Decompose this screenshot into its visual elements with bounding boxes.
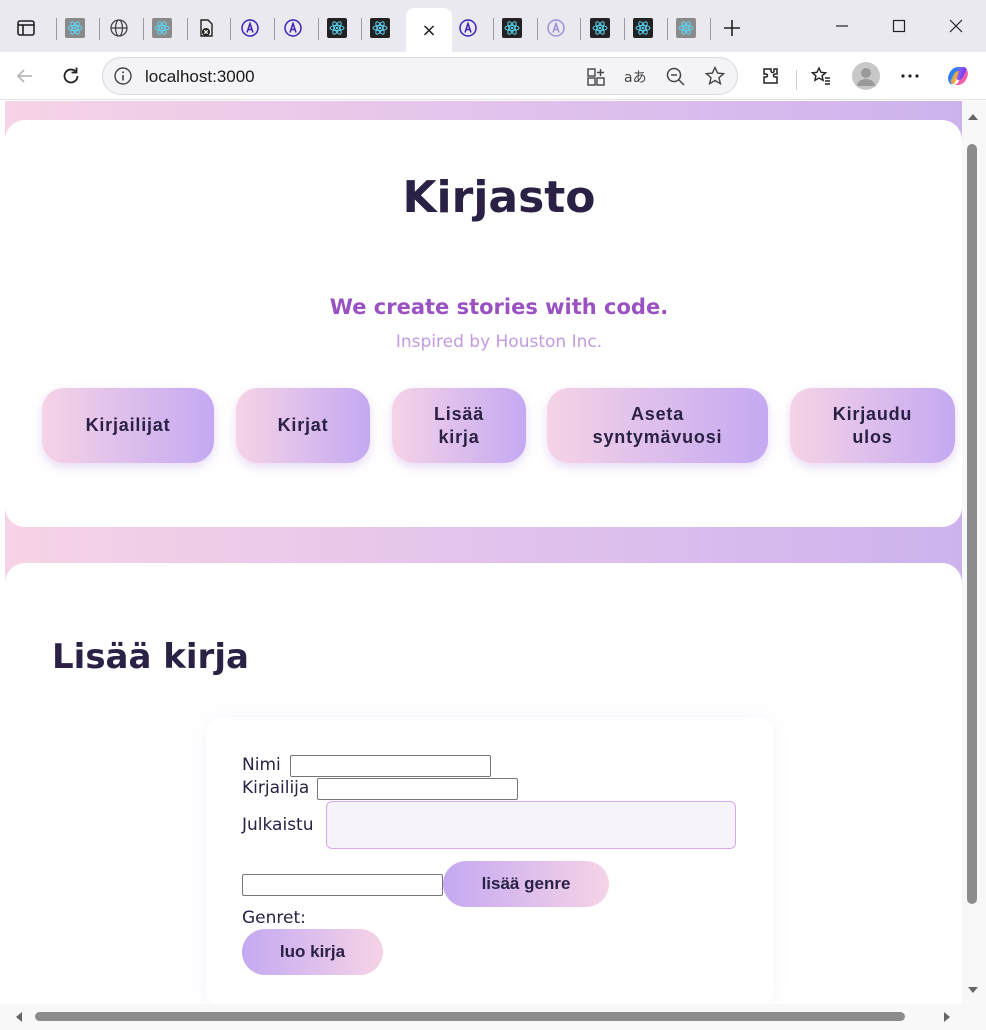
title-label: Nimi xyxy=(242,755,281,775)
nav-set-birthyear-button[interactable]: Aseta syntymävuosi xyxy=(547,388,768,463)
tab-react-app-5[interactable] xyxy=(496,10,528,46)
tab-apollo-2[interactable] xyxy=(277,10,309,46)
vertical-scroll-thumb[interactable] xyxy=(967,144,977,904)
create-book-button[interactable]: luo kirja xyxy=(242,929,383,975)
reload-icon[interactable] xyxy=(55,60,87,92)
zoom-out-icon[interactable] xyxy=(665,66,687,92)
author-input[interactable] xyxy=(317,778,518,800)
tab-react-app-7[interactable] xyxy=(627,10,659,46)
scroll-right-arrow-icon[interactable] xyxy=(942,1011,952,1023)
add-genre-button[interactable]: lisää genre xyxy=(443,861,609,907)
svg-text:aあ: aあ xyxy=(624,70,647,86)
title-input[interactable] xyxy=(290,755,491,777)
scroll-up-arrow-icon[interactable] xyxy=(967,112,979,122)
extensions-icon[interactable] xyxy=(754,60,786,92)
header-card: Kirjasto We create stories with code. In… xyxy=(5,120,962,527)
author-label: Kirjailija xyxy=(242,778,310,798)
main-card: Lisää kirja Nimi Kirjailija Julkaistu li… xyxy=(5,563,962,1004)
published-input[interactable] xyxy=(326,801,736,849)
tab-react-app-2[interactable] xyxy=(146,10,178,46)
tab-react-app-3[interactable] xyxy=(321,10,353,46)
browser-toolbar: localhost:3000 aあ xyxy=(0,52,986,100)
page-viewport: Kirjasto We create stories with code. In… xyxy=(5,101,962,1004)
favorite-star-icon[interactable] xyxy=(704,65,726,91)
nav-add-book-button[interactable]: Lisää kirja xyxy=(392,388,526,463)
tab-apollo-4[interactable] xyxy=(540,10,572,46)
active-tab[interactable]: × xyxy=(406,8,452,52)
section-title: Lisää kirja xyxy=(52,637,249,677)
page-title: Kirjasto xyxy=(402,172,596,223)
tab-apollo-3[interactable] xyxy=(452,10,484,46)
tab-actions-icon[interactable] xyxy=(10,10,42,46)
tab-file-error[interactable] xyxy=(190,10,222,46)
nav-books-button[interactable]: Kirjat xyxy=(236,388,370,463)
close-tab-icon[interactable]: × xyxy=(421,20,436,41)
published-label: Julkaistu xyxy=(242,815,314,835)
back-icon[interactable] xyxy=(9,60,41,92)
tab-globe[interactable] xyxy=(103,10,135,46)
profile-avatar[interactable] xyxy=(850,60,882,92)
vertical-scrollbar[interactable] xyxy=(962,101,986,1004)
close-window-icon[interactable] xyxy=(928,6,984,46)
horizontal-scroll-thumb[interactable] xyxy=(35,1012,905,1021)
add-book-form: Nimi Kirjailija Julkaistu lisää genre Ge… xyxy=(206,717,774,1004)
nav-logout-button[interactable]: Kirjaudu ulos xyxy=(790,388,955,463)
url-text[interactable]: localhost:3000 xyxy=(145,67,255,87)
site-info-icon[interactable] xyxy=(113,66,133,90)
split-screen-icon[interactable] xyxy=(585,66,607,92)
read-aloud-translate-icon[interactable]: aあ xyxy=(623,66,647,92)
copilot-icon[interactable] xyxy=(942,60,974,92)
new-tab-icon[interactable] xyxy=(716,10,748,46)
tab-apollo-1[interactable] xyxy=(234,10,266,46)
browser-tab-strip: × xyxy=(0,0,986,52)
maximize-icon[interactable] xyxy=(871,6,927,46)
address-bar[interactable]: localhost:3000 aあ xyxy=(102,57,738,95)
tagline: We create stories with code. xyxy=(329,295,669,319)
tab-react-app-1[interactable] xyxy=(59,10,91,46)
genres-label: Genret: xyxy=(242,908,306,928)
favorites-icon[interactable] xyxy=(805,60,837,92)
scroll-left-arrow-icon[interactable] xyxy=(14,1011,24,1023)
nav-authors-button[interactable]: Kirjailijat xyxy=(42,388,214,463)
tab-react-app-8[interactable] xyxy=(670,10,702,46)
genre-input[interactable] xyxy=(242,874,443,896)
horizontal-scrollbar[interactable] xyxy=(0,1004,986,1030)
tab-react-app-6[interactable] xyxy=(584,10,616,46)
scroll-down-arrow-icon[interactable] xyxy=(967,985,979,995)
subtagline: Inspired by Houston Inc. xyxy=(395,332,603,352)
more-options-icon[interactable] xyxy=(894,60,926,92)
tab-react-app-4[interactable] xyxy=(364,10,396,46)
minimize-icon[interactable] xyxy=(814,6,870,46)
